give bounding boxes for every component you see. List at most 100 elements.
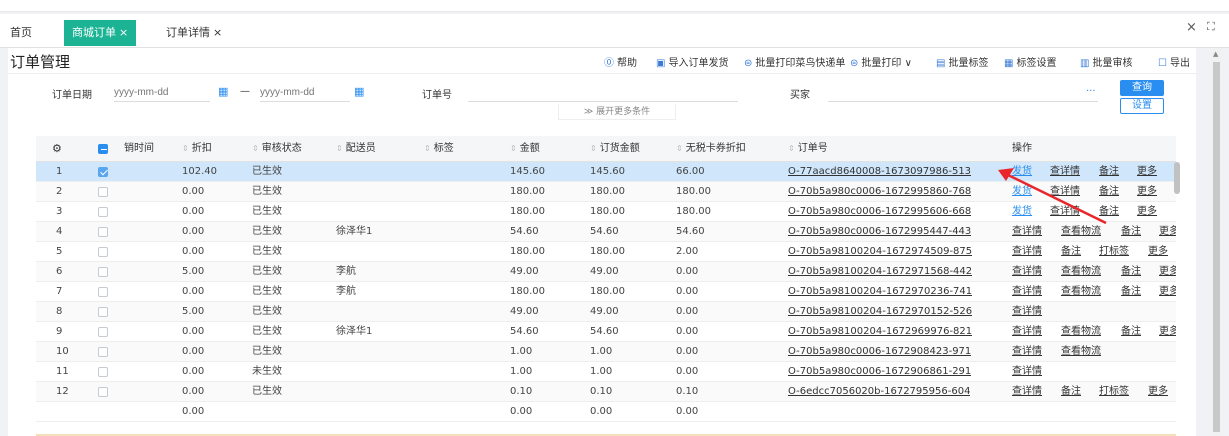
batch-print-button[interactable]: ⊜ 批量打印 ∨ [850, 54, 912, 69]
order-number-link[interactable]: O-70b5a980c0006-1672908423-971 [788, 342, 971, 362]
action-link[interactable]: 更多 [1159, 282, 1176, 302]
tab-order-detail[interactable]: 订单详情 × [158, 20, 230, 46]
table-row[interactable]: 4 0.00 已生效 徐泽华1 54.60 54.60 54.60 O-70b5a980c00… [36, 222, 1176, 242]
column-header[interactable]: 销时间 [124, 136, 154, 162]
fullscreen-icon[interactable]: ⛶ [1207, 20, 1215, 34]
row-checkbox[interactable] [98, 347, 108, 357]
label-settings-button[interactable]: ▦ 标签设置 [1004, 54, 1056, 69]
table-row[interactable]: 5 0.00 已生效 180.00 180.00 2.00 O-70b5a98100204-… [36, 242, 1176, 262]
table-row[interactable]: 8 5.00 已生效 49.00 49.00 0.00 O-70b5a98100204-16… [36, 302, 1176, 322]
row-checkbox[interactable] [98, 367, 108, 377]
action-link[interactable]: 备注 [1099, 182, 1119, 202]
action-link[interactable]: 打标签 [1099, 242, 1129, 262]
action-link[interactable]: 更多 [1159, 222, 1176, 242]
action-link[interactable]: 查详情 [1012, 302, 1042, 322]
tab-home[interactable]: 首页 [2, 20, 40, 46]
action-link[interactable]: 查详情 [1012, 262, 1042, 282]
action-link[interactable]: 查详情 [1012, 362, 1042, 382]
table-row[interactable]: 2 0.00 已生效 180.00 180.00 180.00 O-70b5a980c000… [36, 182, 1176, 202]
scroll-thumb[interactable] [1213, 62, 1220, 432]
batch-label-button[interactable]: ▤ 批量标签 [936, 54, 988, 69]
column-settings-icon[interactable]: ⚙ [52, 136, 62, 162]
action-link[interactable]: 备注 [1061, 242, 1081, 262]
order-number-link[interactable]: O-70b5a98100204-1672970236-741 [788, 282, 972, 302]
order-number-link[interactable]: O-70b5a98100204-1672974509-875 [788, 242, 972, 262]
column-header[interactable]: ⇕ 无税卡券折扣 [676, 136, 746, 162]
action-link[interactable]: 打标签 [1099, 382, 1129, 402]
table-row[interactable]: 3 0.00 已生效 180.00 180.00 180.00 O-70b5a980c000… [36, 202, 1176, 222]
column-header[interactable]: ⇕ 折扣 [182, 136, 212, 162]
table-row[interactable]: 6 5.00 已生效 李航 49.00 49.00 0.00 O-70b5a98100204-… [36, 262, 1176, 282]
tab-mall-orders[interactable]: 商城订单 × [64, 20, 137, 46]
order-number-link[interactable]: O-70b5a980c0006-1672995447-443 [788, 222, 971, 242]
action-link[interactable]: 发货 [1012, 202, 1032, 222]
import-ship-button[interactable]: ▣ 导入订单发货 [656, 54, 728, 69]
page-scrollbar[interactable]: ▲ [1212, 48, 1221, 436]
order-number-link[interactable]: O-70b5a980c0006-1672995606-668 [788, 202, 971, 222]
order-number-link[interactable]: O-70b5a98100204-1672971568-442 [788, 262, 972, 282]
action-link[interactable]: 查看物流 [1061, 282, 1101, 302]
scroll-up-icon[interactable]: ▲ [1213, 50, 1218, 58]
batch-print-cainiao-button[interactable]: ⊜ 批量打印菜鸟快递单 [744, 54, 845, 69]
action-link[interactable]: 更多 [1137, 202, 1157, 222]
action-link[interactable]: 查详情 [1050, 162, 1080, 182]
action-link[interactable]: 查详情 [1012, 242, 1042, 262]
row-checkbox[interactable] [98, 167, 108, 177]
close-icon[interactable]: × [119, 26, 128, 39]
order-number-link[interactable]: O-70b5a98100204-1672970152-526 [788, 302, 972, 322]
calendar-icon[interactable]: ▦ [218, 85, 228, 98]
action-link[interactable]: 更多 [1159, 322, 1176, 342]
row-checkbox[interactable] [98, 207, 108, 217]
action-link[interactable]: 更多 [1159, 262, 1176, 282]
more-options-icon[interactable]: ··· [1086, 86, 1096, 97]
row-checkbox[interactable] [98, 327, 108, 337]
column-header[interactable]: ⇕ 订单号 [788, 136, 828, 162]
date-from-input[interactable] [114, 84, 210, 102]
action-link[interactable]: 备注 [1121, 222, 1141, 242]
order-number-link[interactable]: O-70b5a980c0006-1672995860-768 [788, 182, 971, 202]
table-row[interactable]: 10 0.00 已生效 1.00 1.00 0.00 O-70b5a980c0006-167… [36, 342, 1176, 362]
settings-button[interactable]: 设置 [1120, 98, 1164, 114]
close-icon[interactable]: × [213, 26, 222, 39]
help-button[interactable]: ⓪ 帮助 [604, 54, 637, 69]
action-link[interactable]: 备注 [1061, 382, 1081, 402]
action-link[interactable]: 查详情 [1012, 322, 1042, 342]
column-header[interactable]: ⇕ 配送员 [336, 136, 376, 162]
action-link[interactable]: 备注 [1099, 162, 1119, 182]
buyer-input[interactable] [828, 84, 1098, 102]
action-link[interactable]: 查详情 [1012, 382, 1042, 402]
column-header[interactable]: ⇕ 标签 [424, 136, 454, 162]
action-link[interactable]: 更多 [1148, 382, 1168, 402]
action-link[interactable]: 查详情 [1012, 222, 1042, 242]
action-link[interactable]: 查详情 [1050, 182, 1080, 202]
action-link[interactable]: 查看物流 [1061, 262, 1101, 282]
action-link[interactable]: 更多 [1137, 162, 1157, 182]
calendar-icon[interactable]: ▦ [354, 85, 364, 98]
column-header[interactable]: ⇕ 订货金额 [590, 136, 640, 162]
action-link[interactable]: 备注 [1099, 202, 1119, 222]
row-checkbox[interactable] [98, 307, 108, 317]
order-number-link[interactable]: O-77aacd8640008-1673097986-513 [788, 162, 971, 182]
row-checkbox[interactable] [98, 187, 108, 197]
close-icon[interactable]: × [1186, 20, 1197, 35]
action-link[interactable]: 查详情 [1012, 342, 1042, 362]
row-checkbox[interactable] [98, 287, 108, 297]
table-row[interactable]: 1 102.40 已生效 145.60 145.60 66.00 O-77aacd86400… [36, 162, 1176, 182]
action-link[interactable]: 查看物流 [1061, 342, 1101, 362]
table-row[interactable]: 12 0.00 已生效 0.10 0.10 0.10 O-6edcc7056020b-167… [36, 382, 1176, 402]
order-number-link[interactable]: O-70b5a98100204-1672969976-821 [788, 322, 972, 342]
date-to-input[interactable] [260, 84, 350, 102]
action-link[interactable]: 更多 [1148, 242, 1168, 262]
expand-conditions-button[interactable]: ≫ 展开更多条件 [558, 104, 676, 120]
action-link[interactable]: 查看物流 [1061, 222, 1101, 242]
row-checkbox[interactable] [98, 247, 108, 257]
order-no-input[interactable] [468, 84, 738, 102]
action-link[interactable]: 备注 [1121, 262, 1141, 282]
action-link[interactable]: 备注 [1121, 282, 1141, 302]
row-checkbox[interactable] [98, 267, 108, 277]
order-number-link[interactable]: O-70b5a980c0006-1672906861-291 [788, 362, 971, 382]
batch-audit-button[interactable]: ▥ 批量审核 [1080, 54, 1132, 69]
select-all-checkbox[interactable] [98, 144, 108, 154]
query-button[interactable]: 查询 [1120, 80, 1164, 96]
action-link[interactable]: 更多 [1137, 182, 1157, 202]
